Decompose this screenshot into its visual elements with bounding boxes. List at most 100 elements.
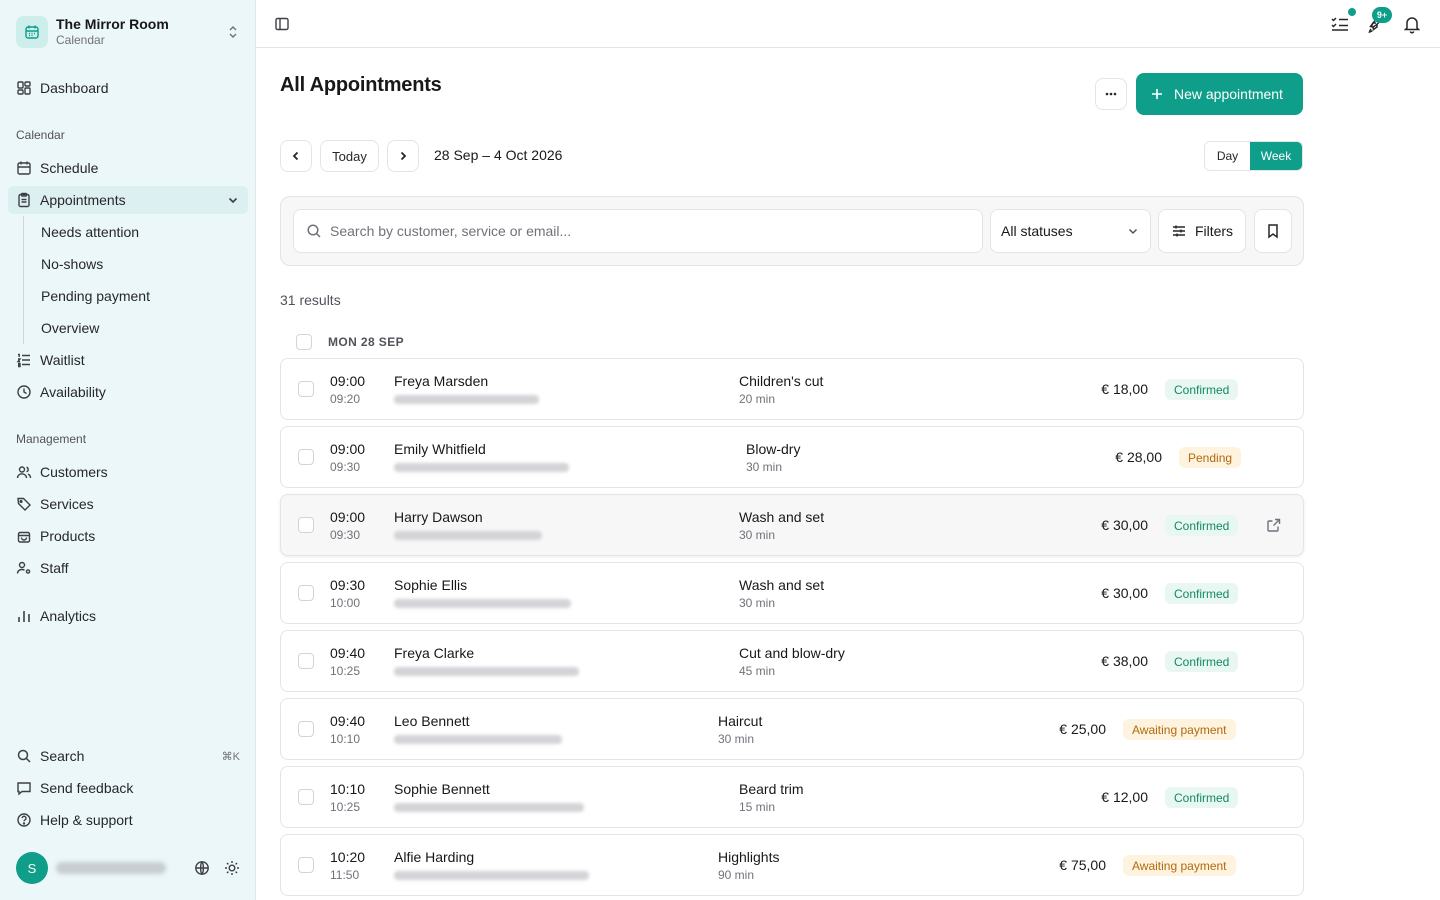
results-count: 31 results — [280, 292, 341, 308]
price: € 28,00 — [1115, 449, 1162, 465]
service-name: Blow-dry — [746, 441, 801, 457]
customer-name: Sophie Bennett — [394, 781, 490, 797]
sidebar-item-feedback[interactable]: Send feedback — [8, 774, 248, 802]
clipboard-icon — [16, 192, 32, 208]
row-checkbox[interactable] — [298, 653, 314, 669]
appointment-row[interactable]: 09:30 10:00 Sophie Ellis Wash and set 30… — [280, 562, 1304, 624]
previous-week-button[interactable] — [280, 140, 312, 172]
sidebar-item-label: Help & support — [40, 812, 133, 828]
customer-email-redacted — [394, 667, 579, 676]
customer-email-redacted — [394, 871, 589, 880]
org-switcher[interactable]: The Mirror Room Calendar — [8, 8, 248, 56]
more-options-button[interactable] — [1095, 78, 1127, 110]
sun-icon[interactable] — [224, 860, 240, 876]
row-checkbox[interactable] — [298, 857, 314, 873]
next-week-button[interactable] — [387, 140, 419, 172]
search-box[interactable] — [293, 209, 983, 253]
panel-toggle-icon[interactable] — [274, 16, 290, 32]
status-badge: Awaiting payment — [1123, 719, 1236, 740]
sidebar-item-schedule[interactable]: Schedule — [8, 154, 248, 182]
sidebar-subitem-needs-attention[interactable]: Needs attention — [33, 218, 241, 246]
bell-icon[interactable] — [1402, 14, 1422, 34]
sidebar-item-label: Analytics — [40, 608, 97, 624]
avatar: S — [16, 852, 48, 884]
view-week-button[interactable]: Week — [1250, 142, 1302, 170]
sidebar-item-customers[interactable]: Customers — [8, 458, 248, 486]
service-duration: 30 min — [739, 528, 776, 542]
end-time: 09:20 — [330, 392, 361, 406]
tag-icon — [16, 496, 32, 512]
row-checkbox[interactable] — [298, 449, 314, 465]
customer-name: Emily Whitfield — [394, 441, 486, 457]
sidebar-item-services[interactable]: Services — [8, 490, 248, 518]
org-name: The Mirror Room — [56, 16, 169, 33]
globe-icon[interactable] — [194, 860, 210, 876]
shopping-bag-icon — [16, 528, 32, 544]
sidebar-item-products[interactable]: Products — [8, 522, 248, 550]
calendar-icon — [16, 160, 32, 176]
sidebar-item-analytics[interactable]: Analytics — [8, 602, 248, 630]
end-time: 10:00 — [330, 596, 361, 610]
status-select-value: All statuses — [1001, 223, 1073, 239]
appointment-row[interactable]: 09:40 10:10 Leo Bennett Haircut 30 min €… — [280, 698, 1304, 760]
row-checkbox[interactable] — [298, 585, 314, 601]
service-duration: 20 min — [739, 392, 776, 406]
new-appointment-button[interactable]: New appointment — [1136, 73, 1303, 115]
top-bar: 9+ — [256, 0, 1440, 48]
start-time: 09:00 — [330, 509, 366, 525]
sidebar: The Mirror Room Calendar Dashboard Calen… — [0, 0, 256, 900]
chevron-down-icon — [1126, 224, 1140, 238]
appointment-row[interactable]: 09:00 09:30 Harry Dawson Wash and set 30… — [280, 494, 1304, 556]
row-checkbox[interactable] — [298, 381, 314, 397]
appointment-row[interactable]: 10:20 11:50 Alfie Harding Highlights 90 … — [280, 834, 1304, 896]
appointment-row[interactable]: 10:10 10:25 Sophie Bennett Beard trim 15… — [280, 766, 1304, 828]
sidebar-item-help[interactable]: Help & support — [8, 806, 248, 834]
day-group-header: MON 28 SEP — [296, 334, 404, 350]
view-day-button[interactable]: Day — [1205, 142, 1250, 170]
row-checkbox[interactable] — [298, 517, 314, 533]
appointment-row[interactable]: 09:40 10:25 Freya Clarke Cut and blow-dr… — [280, 630, 1304, 692]
sidebar-item-waitlist[interactable]: Waitlist — [8, 346, 248, 374]
appointment-row[interactable]: 09:00 09:30 Emily Whitfield Blow-dry 30 … — [280, 426, 1304, 488]
sidebar-subitem-pending-payment[interactable]: Pending payment — [33, 282, 241, 310]
filter-panel: All statuses Filters — [280, 196, 1304, 266]
search-input[interactable] — [330, 223, 970, 239]
status-select[interactable]: All statuses — [990, 209, 1151, 253]
sidebar-subitem-overview[interactable]: Overview — [33, 314, 241, 342]
end-time: 09:30 — [330, 460, 361, 474]
clock-icon — [16, 384, 32, 400]
saved-views-button[interactable] — [1254, 209, 1292, 253]
service-duration: 30 min — [739, 596, 776, 610]
filters-button[interactable]: Filters — [1158, 209, 1246, 253]
service-duration: 45 min — [739, 664, 776, 678]
customer-name: Freya Clarke — [394, 645, 475, 661]
submenu-guide-line — [23, 216, 24, 344]
sidebar-subitem-no-shows[interactable]: No-shows — [33, 250, 241, 278]
price: € 18,00 — [1101, 381, 1148, 397]
sidebar-item-availability[interactable]: Availability — [8, 378, 248, 406]
select-day-checkbox[interactable] — [296, 334, 312, 350]
tasks-icon[interactable] — [1330, 14, 1350, 34]
service-name: Cut and blow-dry — [739, 645, 845, 661]
today-button[interactable]: Today — [320, 140, 379, 172]
end-time: 09:30 — [330, 528, 361, 542]
users-icon — [16, 464, 32, 480]
start-time: 10:10 — [330, 781, 366, 797]
external-link-icon[interactable] — [1266, 517, 1282, 533]
sidebar-item-appointments[interactable]: Appointments — [8, 186, 248, 214]
sidebar-item-search[interactable]: Search ⌘K — [8, 742, 248, 770]
appointment-row[interactable]: 09:00 09:20 Freya Marsden Children's cut… — [280, 358, 1304, 420]
status-badge: Confirmed — [1165, 787, 1239, 808]
sidebar-item-dashboard[interactable]: Dashboard — [8, 74, 248, 102]
row-checkbox[interactable] — [298, 721, 314, 737]
chevron-down-icon — [226, 193, 240, 207]
user-menu[interactable]: S — [16, 852, 248, 884]
bar-chart-icon — [16, 608, 32, 624]
price: € 30,00 — [1101, 585, 1148, 601]
ellipsis-icon — [1104, 87, 1118, 101]
row-checkbox[interactable] — [298, 789, 314, 805]
sidebar-item-staff[interactable]: Staff — [8, 554, 248, 582]
list-ordered-icon — [16, 352, 32, 368]
end-time: 10:25 — [330, 800, 361, 814]
service-name: Highlights — [718, 849, 780, 865]
